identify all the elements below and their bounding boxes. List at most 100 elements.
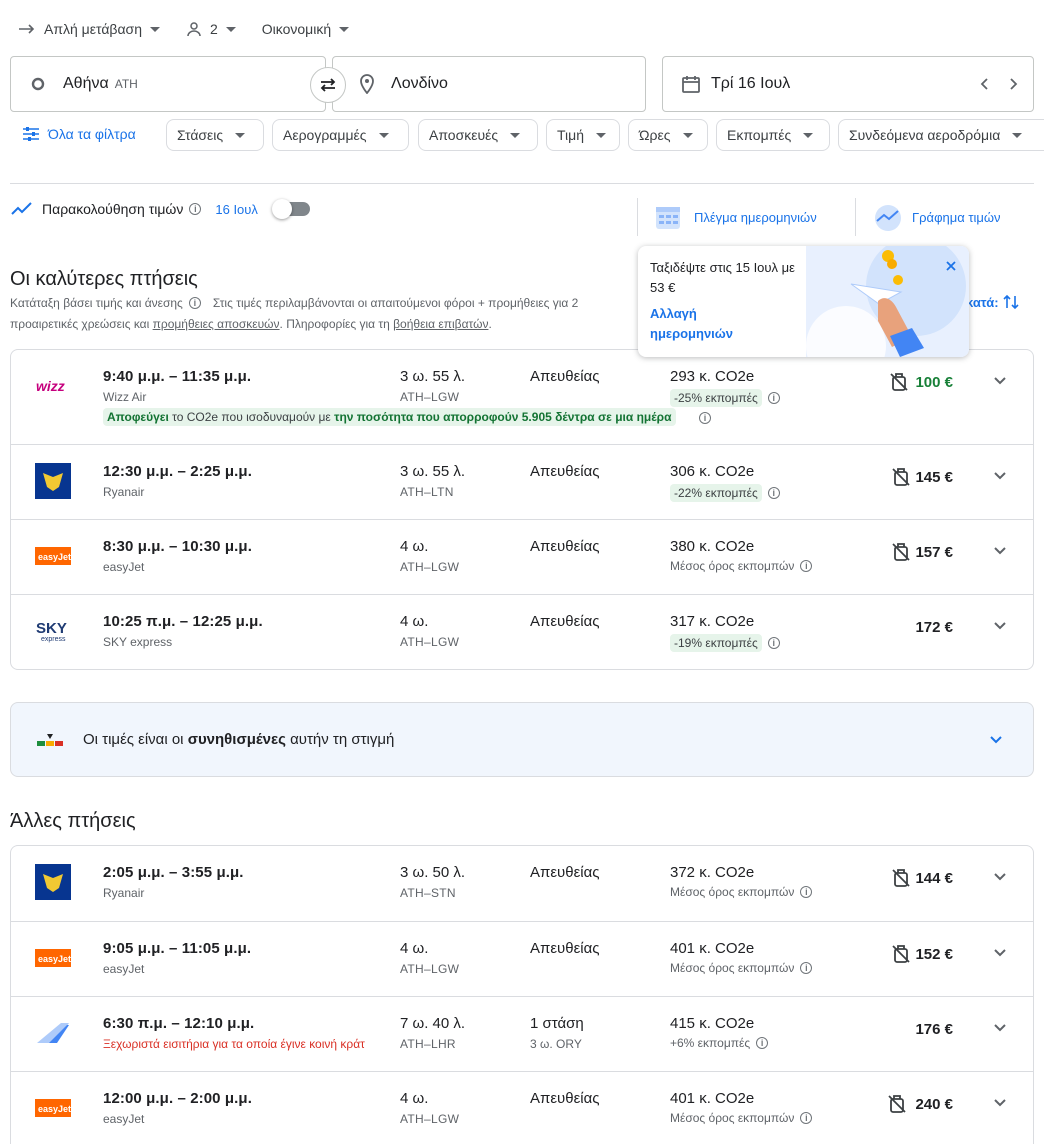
duration: 4 ω.	[400, 538, 429, 555]
search-options-bar: Απλή μετάβαση 2 Οικονομική	[18, 18, 375, 40]
info-icon[interactable]: i	[767, 487, 780, 499]
flight-times: 6:30 π.μ. – 12:10 μ.μ.	[103, 1015, 255, 1032]
flight-times: 2:05 μ.μ. – 3:55 μ.μ.	[103, 864, 244, 881]
destination-city: Λονδίνο	[391, 75, 448, 92]
info-icon[interactable]: i	[800, 1112, 813, 1124]
price-insight-bar[interactable]: Οι τιμές είναι οι συνηθισμένες αυτήν τη …	[10, 702, 1034, 777]
bag-fees-link[interactable]: προμήθειες αποσκευών	[153, 317, 280, 331]
trip-type-select[interactable]: Απλή μετάβαση	[18, 21, 160, 37]
info-icon[interactable]: i	[800, 886, 813, 898]
chevron-down-icon[interactable]	[993, 1098, 1007, 1108]
filter-emissions[interactable]: Εκπομπές	[716, 119, 830, 151]
all-filters-button[interactable]: Όλα τα φίλτρα	[22, 126, 136, 142]
passenger-assistance-link[interactable]: βοήθεια επιβατών	[393, 317, 488, 331]
filter-stops[interactable]: Στάσεις	[166, 119, 264, 151]
info-icon[interactable]: i	[767, 637, 780, 649]
emissions-label: Μέσος όρος εκπομπών	[670, 885, 795, 899]
filter-times[interactable]: Ώρες	[628, 119, 708, 151]
chevron-down-icon[interactable]	[989, 735, 1003, 745]
filter-connecting-airports[interactable]: Συνδεόμενα αεροδρόμια	[838, 119, 1044, 151]
chevron-down-icon[interactable]	[993, 376, 1007, 386]
flight-row[interactable]: SKY express 10:25 π.μ. – 12:25 μ.μ. SKY e…	[11, 594, 1033, 669]
price-tip-text: Ταξιδέψτε στις 15 Ιουλ με 53 €	[650, 260, 795, 295]
stops: Απευθείας	[530, 940, 600, 957]
flight-row[interactable]: wizz 9:40 μ.μ. – 11:35 μ.μ. Wizz Air 3 ω…	[11, 350, 1033, 444]
filter-label: Αποσκευές	[429, 127, 499, 143]
passengers-select[interactable]: 2	[186, 21, 236, 37]
passengers-count: 2	[209, 21, 218, 37]
no-bag-icon	[892, 869, 910, 887]
info-icon[interactable]: i	[189, 203, 202, 215]
duration: 7 ω. 40 λ.	[400, 1015, 466, 1032]
emissions: Μέσος όρος εκπομπών i	[670, 1111, 813, 1125]
price-tracking-toggle[interactable]	[271, 199, 310, 219]
all-filters-label: Όλα τα φίλτρα	[48, 126, 136, 142]
price-tracking-date: 16 Ιουλ	[215, 201, 258, 217]
divider	[10, 183, 1034, 184]
filter-label: Εκπομπές	[727, 127, 792, 143]
date-value: Τρί 16 Ιουλ	[711, 75, 791, 92]
filter-airlines[interactable]: Αερογραμμές	[272, 119, 409, 151]
cabin-select[interactable]: Οικονομική	[261, 21, 350, 37]
cabin-label: Οικονομική	[261, 21, 332, 37]
swap-button[interactable]	[310, 67, 346, 103]
person-icon	[187, 22, 201, 37]
chevron-right-icon[interactable]	[1009, 77, 1019, 91]
info-icon[interactable]: i	[188, 297, 201, 309]
price-graph-icon	[875, 205, 901, 231]
filter-label: Συνδεόμενα αεροδρόμια	[849, 127, 1001, 143]
filter-price[interactable]: Τιμή	[546, 119, 620, 151]
insight-c: αυτήν τη στιγμή	[285, 731, 395, 748]
flight-row[interactable]: easyJet 9:05 μ.μ. – 11:05 μ.μ. easyJet 4…	[11, 921, 1033, 996]
co2-amount: 317 κ. CO2e	[670, 613, 755, 630]
caret-down-icon	[510, 132, 521, 138]
airline-name: Wizz Air	[103, 390, 147, 404]
chevron-down-icon[interactable]	[993, 546, 1007, 556]
filter-label: Τιμή	[557, 127, 584, 143]
date-grid-button[interactable]: Πλέγμα ημερομηνιών	[654, 203, 817, 231]
flight-row[interactable]: 2:05 μ.μ. – 3:55 μ.μ. Ryanair 3 ω. 50 λ.…	[11, 846, 1033, 921]
flight-row[interactable]: easyJet 8:30 μ.μ. – 10:30 μ.μ. easyJet 4…	[11, 519, 1033, 594]
caret-down-icon	[235, 132, 246, 138]
price: 172 €	[915, 619, 953, 636]
chevron-down-icon[interactable]	[993, 621, 1007, 631]
close-icon[interactable]	[945, 260, 957, 272]
sort-icon	[1003, 294, 1019, 310]
chevron-left-icon[interactable]	[979, 77, 989, 91]
date-field[interactable]: Τρί 16 Ιουλ	[662, 56, 1034, 112]
caret-down-icon	[378, 132, 389, 138]
filter-label: Στάσεις	[177, 127, 224, 143]
price-graph-button[interactable]: Γράφημα τιμών	[872, 203, 1001, 231]
info-icon[interactable]: i	[800, 962, 813, 974]
info-icon[interactable]: i	[800, 560, 813, 572]
best-flights-title: Οι καλύτερες πτήσεις	[10, 268, 198, 290]
info-icon[interactable]: i	[767, 392, 780, 404]
flight-times: 12:30 μ.μ. – 2:25 μ.μ.	[103, 463, 252, 480]
chevron-down-icon[interactable]	[993, 471, 1007, 481]
sort-button[interactable]: κατά:	[966, 293, 1019, 311]
change-dates-link[interactable]: Αλλαγή ημερομηνιών	[650, 304, 770, 344]
info-icon[interactable]: i	[756, 1037, 769, 1049]
chevron-down-icon[interactable]	[993, 1023, 1007, 1033]
flight-row[interactable]: 6:30 π.μ. – 12:10 μ.μ. Ξεχωριστά εισιτήρ…	[11, 996, 1033, 1071]
stops: Απευθείας	[530, 538, 600, 555]
chevron-down-icon[interactable]	[993, 948, 1007, 958]
ryanair-logo	[35, 463, 71, 499]
layover-detail: 3 ω. ORY	[530, 1037, 582, 1051]
wizz-air-logo: wizz	[35, 368, 71, 404]
sort-label: κατά:	[966, 294, 999, 310]
airline-name: easyJet	[103, 560, 145, 574]
filter-bags[interactable]: Αποσκευές	[418, 119, 538, 151]
co2-amount: 306 κ. CO2e	[670, 463, 755, 480]
info-icon[interactable]: i	[699, 412, 711, 424]
origin-code: ATH	[114, 77, 138, 91]
multiple-airlines-logo	[35, 1015, 71, 1051]
flight-row[interactable]: easyJet 12:00 μ.μ. – 2:00 μ.μ. easyJet 4…	[11, 1071, 1033, 1144]
airline-name: easyJet	[103, 962, 145, 976]
origin-field[interactable]: Αθήνα ATH	[10, 56, 326, 112]
easyjet-logo: easyJet	[35, 940, 71, 976]
calendar-icon	[682, 76, 700, 93]
flight-row[interactable]: 12:30 μ.μ. – 2:25 μ.μ. Ryanair 3 ω. 55 λ…	[11, 444, 1033, 519]
chevron-down-icon[interactable]	[993, 872, 1007, 882]
destination-field[interactable]: Λονδίνο	[332, 56, 646, 112]
